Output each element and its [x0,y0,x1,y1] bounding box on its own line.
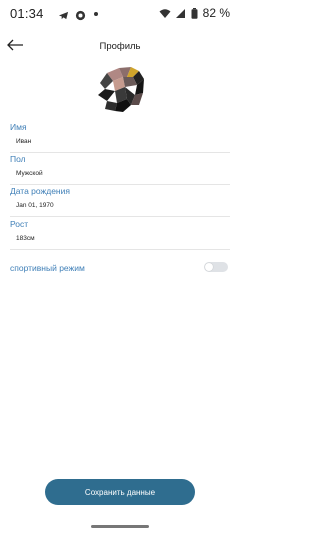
telegram-icon [58,8,69,20]
height-divider [10,249,230,250]
gender-value[interactable]: Мужской [16,170,230,178]
battery-icon [191,7,198,19]
name-divider [10,152,230,153]
home-indicator[interactable] [91,525,149,528]
status-time: 01:34 [10,6,44,21]
app-icon [75,8,86,21]
height-field[interactable]: Рост 183см [10,219,230,250]
signal-icon [175,8,186,19]
sport-mode-toggle[interactable] [204,262,228,272]
height-label: Рост [10,219,29,229]
app-header: Профиль [0,34,240,62]
gender-divider [10,184,230,185]
name-field[interactable]: Имя Иван [10,122,230,153]
avatar-image-icon [98,67,144,112]
wifi-icon [159,8,171,19]
height-value[interactable]: 183см [16,235,230,243]
name-value[interactable]: Иван [16,138,230,146]
gender-label: Пол [10,154,26,164]
sport-mode-row: спортивный режим [10,261,230,275]
sport-mode-label: спортивный режим [10,263,85,273]
birthdate-label: Дата рождения [10,186,70,196]
status-bar: 01:34 82 % [0,0,240,28]
status-notification-icons [58,8,98,21]
birthdate-field[interactable]: Дата рождения Jan 01, 1970 [10,186,230,217]
battery-percentage: 82 % [202,6,230,20]
avatar[interactable] [97,65,145,113]
birthdate-value[interactable]: Jan 01, 1970 [16,202,230,210]
notification-dot-icon [94,11,98,16]
name-label: Имя [10,122,27,132]
status-right: 82 % [159,6,230,20]
save-button[interactable]: Сохранить данные [45,479,195,505]
page-title: Профиль [99,41,141,52]
gender-field[interactable]: Пол Мужской [10,154,230,185]
toggle-thumb [205,263,213,271]
birthdate-divider [10,216,230,217]
